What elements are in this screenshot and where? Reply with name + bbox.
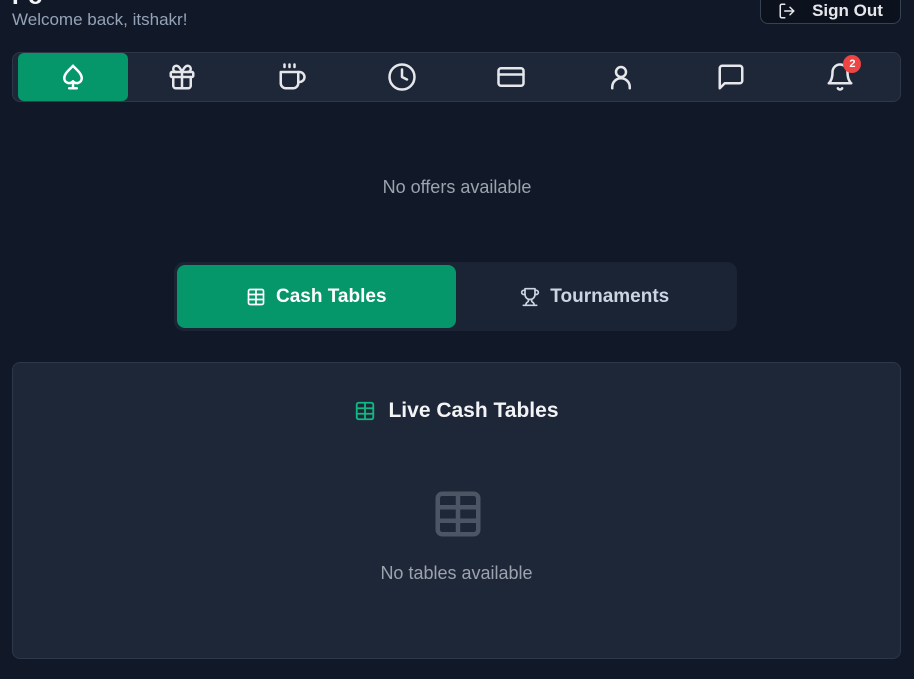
tables-empty-message: No tables available <box>380 563 533 583</box>
nav-lounge[interactable] <box>237 53 347 101</box>
game-type-tabs: Cash Tables Tournaments <box>174 262 737 331</box>
welcome-message: Welcome back, itshakr! <box>12 10 188 29</box>
log-out-icon <box>779 3 795 19</box>
sign-out-button[interactable]: Sign Out <box>760 0 901 24</box>
tab-cash-tables[interactable]: Cash Tables <box>177 265 456 328</box>
trophy-icon <box>521 287 540 306</box>
nav-history[interactable] <box>347 53 457 101</box>
tab-tournaments[interactable]: Tournaments <box>456 265 735 328</box>
tab-cash-tables-label: Cash Tables <box>275 285 387 307</box>
sign-out-label: Sign Out <box>812 1 883 20</box>
nav-profile[interactable] <box>566 53 676 101</box>
tab-tournaments-label: Tournaments <box>550 285 670 307</box>
nav-rewards[interactable] <box>128 53 238 101</box>
offers-empty-message: No offers available <box>382 177 532 197</box>
credit-card-icon <box>497 67 526 87</box>
message-icon <box>718 64 744 90</box>
empty-table-icon <box>435 491 481 537</box>
notification-badge: 2 <box>843 55 862 73</box>
panel-title-text: Live Cash Tables <box>388 399 559 422</box>
gift-icon <box>169 64 195 90</box>
nav-messages[interactable] <box>676 53 786 101</box>
main-nav: 2 <box>12 52 901 102</box>
table-icon <box>247 288 265 305</box>
nav-payments[interactable] <box>457 53 567 101</box>
page-title-fragment: Po <box>12 0 72 4</box>
nav-home[interactable] <box>18 53 128 101</box>
nav-notifications[interactable]: 2 <box>785 53 895 101</box>
user-icon <box>610 65 631 90</box>
clock-icon <box>387 63 416 91</box>
panel-title: Live Cash Tables <box>13 399 900 423</box>
coffee-icon <box>279 63 306 90</box>
live-cash-tables-panel: Live Cash Tables No tables available <box>12 362 901 659</box>
table-icon <box>356 401 375 421</box>
spade-icon <box>62 64 83 90</box>
